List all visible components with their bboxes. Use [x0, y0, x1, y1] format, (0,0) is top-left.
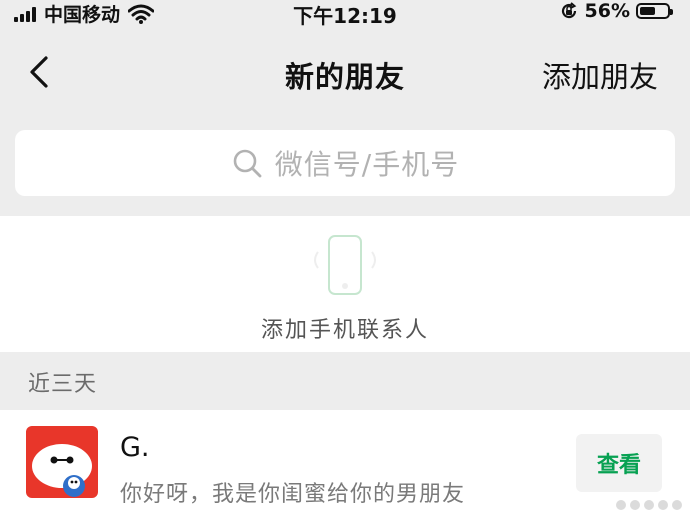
- battery-percent: 56%: [584, 0, 630, 22]
- search-placeholder: 微信号/手机号: [274, 148, 460, 181]
- search-icon: [233, 149, 262, 178]
- add-phone-contacts-label: 添加手机联系人: [260, 318, 429, 343]
- avatar: [26, 426, 98, 498]
- status-bar: 中国移动 下午12:19 56%: [0, 0, 690, 28]
- nav-bar: 新的朋友 添加朋友: [0, 30, 690, 114]
- battery-fill: [640, 7, 655, 15]
- view-button[interactable]: 查看: [576, 434, 662, 492]
- battery-icon: [636, 3, 673, 19]
- friend-message: 你好呀，我是你闺蜜给你的男朋友: [120, 482, 466, 507]
- orientation-lock-icon: [561, 2, 576, 19]
- add-phone-contacts-button[interactable]: 添加手机联系人: [0, 216, 690, 352]
- search-input[interactable]: 微信号/手机号: [15, 130, 675, 196]
- friend-request-row[interactable]: G. 你好呀，我是你闺蜜给你的男朋友 查看: [0, 410, 690, 516]
- watermark-icon: [616, 500, 682, 510]
- phone-icon: [314, 235, 376, 295]
- friend-name: G.: [120, 432, 150, 463]
- add-friend-button[interactable]: 添加朋友: [542, 54, 658, 96]
- section-header-recent: 近三天: [28, 372, 98, 397]
- status-right: 56%: [559, 0, 673, 22]
